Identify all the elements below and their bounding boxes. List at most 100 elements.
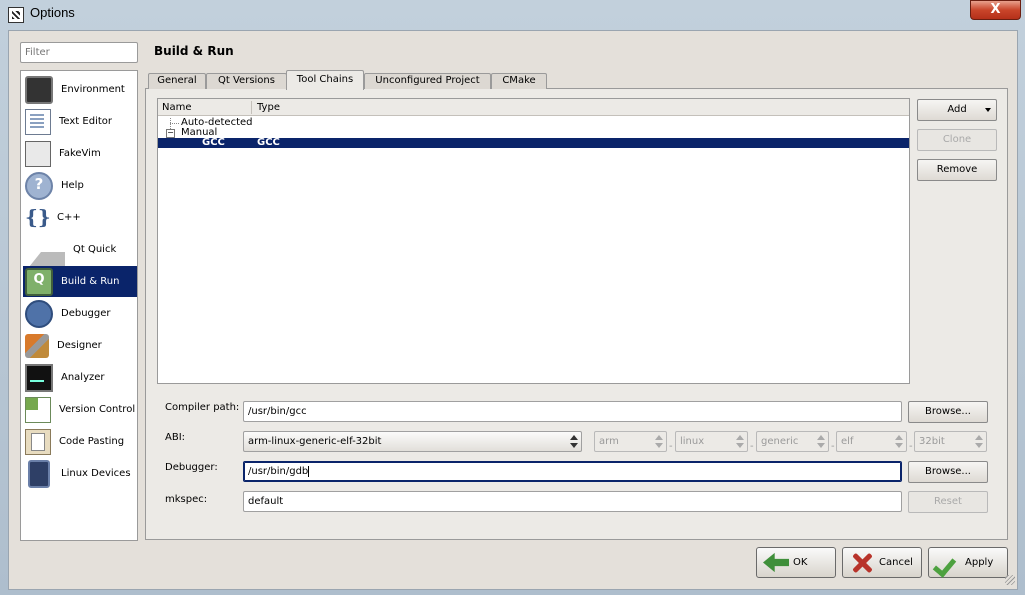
tree-row-auto-detected[interactable]: Auto-detected [158, 118, 909, 128]
build-run-icon: Q [25, 267, 53, 296]
category-environment[interactable]: Environment [23, 74, 137, 105]
updown-arrows-icon [817, 435, 825, 448]
tree-cell-type: GCC [257, 137, 280, 148]
category-label: Build & Run [61, 276, 120, 287]
abi-separator: - [909, 441, 913, 452]
fakevim-icon [25, 140, 51, 167]
mkspec-input[interactable]: default [243, 491, 902, 512]
checkmark-icon [935, 551, 961, 575]
tree-header: Name Type [158, 99, 909, 116]
abi-architecture-select[interactable]: arm [594, 431, 667, 452]
ok-button[interactable]: OK [756, 547, 836, 578]
abi-part: linux [680, 436, 705, 447]
category-help[interactable]: ? Help [23, 170, 137, 201]
category-label: Qt Quick [73, 244, 117, 255]
tree-cell-name: GCC [202, 137, 225, 148]
tab-general[interactable]: General [148, 73, 206, 89]
cross-icon [849, 551, 875, 575]
abi-part: 32bit [919, 436, 945, 447]
abi-width-select[interactable]: 32bit [914, 431, 987, 452]
column-name[interactable]: Name [162, 102, 192, 113]
abi-flavor-select[interactable]: generic [756, 431, 829, 452]
dropdown-arrow-icon [985, 108, 991, 112]
abi-select[interactable]: arm-linux-generic-elf-32bit [243, 431, 582, 452]
debugger-input[interactable]: /usr/bin/gdb [243, 461, 902, 482]
abi-separator: - [750, 441, 754, 452]
column-type[interactable]: Type [257, 102, 280, 113]
category-analyzer[interactable]: Analyzer [23, 362, 137, 393]
category-label: FakeVim [59, 148, 101, 159]
category-build-run[interactable]: Q Build & Run [23, 266, 137, 297]
add-label: Add [947, 104, 967, 115]
abi-part: generic [761, 436, 799, 447]
tablet-icon [28, 459, 50, 488]
category-label: Analyzer [61, 372, 105, 383]
text-cursor [308, 465, 310, 477]
remove-button[interactable]: Remove [917, 159, 997, 181]
abi-part: elf [841, 436, 854, 447]
reset-button[interactable]: Reset [908, 491, 988, 513]
column-separator [251, 101, 252, 114]
tab-cmake[interactable]: CMake [491, 73, 547, 89]
tab-qt-versions[interactable]: Qt Versions [206, 73, 287, 89]
category-label: Help [61, 180, 84, 191]
category-version-control[interactable]: Version Control [23, 394, 137, 425]
monitor-icon [25, 75, 53, 104]
abi-label: ABI: [165, 432, 186, 443]
bug-icon [25, 299, 53, 328]
pencil-ruler-icon [25, 333, 49, 358]
version-control-icon [25, 396, 51, 423]
abi-separator: - [669, 441, 673, 452]
add-button[interactable]: Add [917, 99, 997, 121]
arrow-left-icon [763, 552, 789, 573]
filter-input[interactable] [20, 42, 138, 63]
help-icon: ? [25, 171, 53, 200]
category-label: Linux Devices [61, 468, 131, 479]
category-label: C++ [57, 212, 81, 223]
category-list: Environment Text Editor FakeVim ? Help {… [20, 70, 138, 541]
abi-format-select[interactable]: elf [836, 431, 907, 452]
category-fakevim[interactable]: FakeVim [23, 138, 137, 169]
apply-button[interactable]: Apply [928, 547, 1008, 578]
tree-row-gcc[interactable]: GCC GCC [158, 138, 909, 148]
updown-arrows-icon [975, 435, 983, 448]
category-label: Environment [61, 84, 125, 95]
cancel-label: Cancel [879, 557, 913, 568]
abi-os-select[interactable]: linux [675, 431, 748, 452]
document-icon [25, 108, 51, 135]
close-button[interactable]: X [970, 0, 1021, 20]
page-title: Build & Run [154, 44, 234, 58]
window-title: Options [30, 5, 75, 20]
category-code-pasting[interactable]: Code Pasting [23, 426, 137, 457]
debugger-value: /usr/bin/gdb [248, 466, 309, 477]
category-linux-devices[interactable]: Linux Devices [23, 458, 137, 489]
abi-value: arm-linux-generic-elf-32bit [248, 436, 382, 447]
category-qt-quick[interactable]: Qt Quick [23, 234, 137, 272]
tab-tool-chains[interactable]: Tool Chains [286, 70, 364, 90]
ok-label: OK [793, 557, 808, 568]
category-label: Debugger [61, 308, 111, 319]
resize-grip[interactable] [1005, 575, 1015, 585]
category-label: Version Control [59, 404, 136, 415]
updown-arrows-icon [895, 435, 903, 448]
category-designer[interactable]: Designer [23, 330, 137, 361]
debugger-browse-button[interactable]: Browse... [908, 461, 988, 483]
clone-button[interactable]: Clone [917, 129, 997, 151]
apply-label: Apply [965, 557, 994, 568]
category-text-editor[interactable]: Text Editor [23, 106, 137, 137]
category-debugger[interactable]: Debugger [23, 298, 137, 329]
tab-unconfigured-project[interactable]: Unconfigured Project [364, 73, 491, 89]
toolchain-tree[interactable]: Name Type Auto-detected − Manual GCC GCC [157, 98, 910, 384]
updown-arrows-icon [736, 435, 744, 448]
app-icon [8, 7, 24, 23]
debugger-label: Debugger: [165, 462, 218, 473]
compiler-path-input[interactable]: /usr/bin/gcc [243, 401, 902, 422]
cancel-button[interactable]: Cancel [842, 547, 922, 578]
paper-plane-icon [25, 228, 65, 272]
oscilloscope-icon [25, 363, 53, 392]
braces-icon: {} [25, 204, 51, 229]
compiler-browse-button[interactable]: Browse... [908, 401, 988, 423]
category-label: Code Pasting [59, 436, 125, 447]
clipboard-icon [25, 428, 51, 455]
compiler-path-label: Compiler path: [165, 402, 240, 413]
